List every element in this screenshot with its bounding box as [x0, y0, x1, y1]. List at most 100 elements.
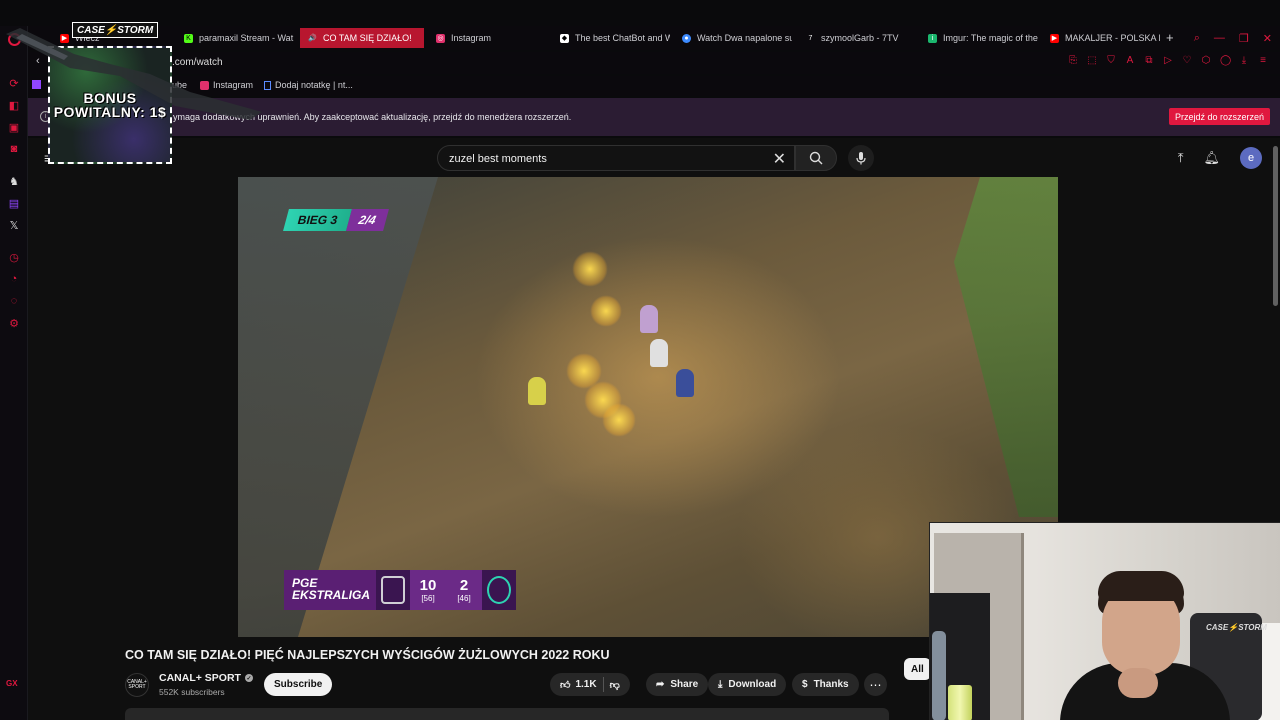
download-arrow-icon: ⤓	[718, 679, 723, 690]
chip-all[interactable]: All	[904, 658, 931, 680]
video-title: CO TAM SIĘ DZIAŁO! PIĘĆ NAJLEPSZYCH WYŚC…	[125, 648, 610, 662]
chair-logo: CASE⚡STORM	[1206, 623, 1267, 632]
tab-4[interactable]: ◎ Instagram	[428, 28, 546, 48]
cam-bottle	[932, 631, 946, 720]
bookmark-youtube[interactable]: ube	[172, 80, 187, 90]
search-button[interactable]	[795, 145, 837, 171]
search-tabs-icon[interactable]: ⌕	[1194, 32, 1200, 45]
note-icon	[264, 80, 271, 90]
light-flare	[572, 251, 608, 287]
streamer-hair-top	[1098, 571, 1184, 601]
team-away-logo-icon	[482, 570, 516, 610]
gx-corner-icon[interactable]: ▣	[7, 120, 21, 134]
tab-3[interactable]: 🔊 CO TAM SIĘ DZIAŁO!	[300, 28, 424, 48]
dislike-button[interactable]: 👎︎	[610, 679, 620, 691]
youtube-icon: ▶	[60, 33, 69, 43]
imgur-icon: i	[928, 33, 937, 43]
channel-name[interactable]: CANAL+ SPORT ✓	[159, 672, 253, 684]
new-tab-icon[interactable]: +	[1166, 30, 1174, 45]
gx-store-icon[interactable]: ◧	[7, 98, 21, 112]
instagram-icon: ◎	[436, 33, 445, 43]
thumbs-down-icon: 👎︎	[609, 679, 620, 691]
rider-blue	[676, 369, 694, 397]
bookmark-icon[interactable]: ⎘	[1068, 55, 1078, 66]
pip-icon[interactable]: ⧉	[1144, 55, 1154, 66]
voice-search-button[interactable]	[848, 145, 874, 171]
x-twitter-icon[interactable]: 𝕏	[7, 218, 21, 232]
history-icon[interactable]: ◷	[7, 250, 21, 264]
more-actions-button[interactable]: ⋯	[864, 673, 887, 696]
divider	[602, 677, 604, 692]
download-icon[interactable]: ⤓	[1239, 55, 1249, 66]
gx-control-icon[interactable]: ⟳	[7, 76, 21, 90]
minimize-icon[interactable]: —	[1214, 32, 1225, 44]
7tv-icon: 7	[808, 34, 813, 42]
kick-sidebar-icon[interactable]: ♞	[7, 174, 21, 188]
clear-search-icon[interactable]: ✕	[773, 149, 786, 169]
back-icon[interactable]: ‹	[36, 55, 40, 67]
share-button[interactable]: ➦ Share	[646, 673, 709, 696]
heart-icon[interactable]: ♡	[1182, 55, 1192, 66]
gx-player-icon[interactable]: ◙	[7, 142, 21, 156]
maximize-icon[interactable]: ❐	[1239, 32, 1249, 45]
toolbar-icons: ⎘ ⬚ ⛉ A ⧉ ▷ ♡ ⬡ ◯ ⤓ ≡	[1068, 55, 1268, 66]
play-icon[interactable]: ▷	[1163, 55, 1173, 66]
upload-icon[interactable]: ⤒	[1178, 150, 1184, 166]
bookmarks-bar: ube Instagram Dodaj notatkę | nt...	[28, 76, 1280, 96]
instagram-icon	[200, 80, 209, 90]
subscriber-count: 552K subscribers	[159, 687, 225, 697]
description-box[interactable]	[125, 708, 889, 720]
search-input[interactable]: zuzel best moments ✕	[437, 145, 795, 171]
url-field[interactable]: .com/watch	[172, 57, 223, 68]
snapshot-icon[interactable]: ⬚	[1087, 55, 1097, 66]
bookmark-instagram[interactable]: Instagram	[200, 80, 253, 90]
close-icon[interactable]: ✕	[1263, 32, 1272, 45]
heat-badge: BIEG 3 2/4	[283, 209, 389, 231]
tab-6[interactable]: ● Watch Dwa napalone su	[674, 28, 792, 48]
kick-icon: K	[184, 33, 193, 43]
tab-8[interactable]: i Imgur: The magic of the	[920, 28, 1038, 48]
rider-purple	[640, 305, 658, 333]
rider-yellow	[528, 377, 546, 405]
messenger-icon[interactable]: ◌	[7, 294, 21, 308]
away-score: 2 [46]	[446, 570, 482, 610]
infield-grass	[954, 177, 1058, 517]
subscribe-button[interactable]: Subscribe	[264, 673, 333, 696]
like-button[interactable]: 👍︎ 1.1K	[560, 679, 597, 691]
opera-gx-logo-icon[interactable]	[0, 26, 28, 52]
account-avatar[interactable]: e	[1240, 147, 1262, 169]
clock-icon[interactable]: ◔	[7, 272, 21, 286]
watch-icon: ●	[682, 33, 691, 43]
twitch-icon[interactable]: ▤	[7, 196, 21, 210]
go-to-extensions-button[interactable]: Przejdź do rozszerzeń	[1168, 108, 1270, 125]
home-score: 10 [56]	[410, 570, 446, 610]
settings-gear-icon[interactable]: ⚙	[7, 316, 21, 330]
shield-icon[interactable]: ⛉	[1106, 55, 1116, 66]
tab-5[interactable]: ◆ The best ChatBot and W	[552, 28, 670, 48]
tab-bar: ▶ Wiecz K paramaxil Stream - Wat 🔊 CO TA…	[0, 26, 1280, 50]
tab-7[interactable]: 7 szymoolGarb - 7TV	[798, 28, 916, 48]
light-flare	[590, 295, 622, 327]
tab-9[interactable]: ▶ MAKALJER - POLSKA D	[1042, 28, 1160, 48]
bonus-overlay: BONUS POWITALNY: 1$	[48, 46, 172, 164]
team-motor-logo-icon	[376, 570, 410, 610]
streamer-hand	[1118, 668, 1158, 698]
channel-avatar[interactable]: CANAL+ SPORT	[125, 673, 149, 697]
bookmark-twitch[interactable]	[32, 80, 41, 89]
page-scrollbar[interactable]	[1273, 146, 1278, 306]
address-bar: ‹ .com/watch ⎘ ⬚ ⛉ A ⧉ ▷ ♡ ⬡ ◯ ⤓ ≡	[28, 52, 1280, 74]
notifications-bell-icon[interactable]: 🔔︎	[1203, 150, 1220, 166]
thanks-button[interactable]: $ Thanks	[792, 673, 859, 696]
download-button[interactable]: ⤓ Download	[708, 673, 787, 696]
profile-icon[interactable]: ◯	[1220, 55, 1231, 66]
translate-icon[interactable]: A	[1125, 55, 1135, 66]
super-thanks-icon: $	[802, 679, 808, 690]
extensions-icon[interactable]: ⬡	[1201, 55, 1211, 66]
energy-drink-can	[948, 685, 972, 720]
menu-icon[interactable]: ≡	[1258, 55, 1268, 66]
youtube-icon: ▶	[1050, 33, 1059, 43]
bookmark-note[interactable]: Dodaj notatkę | nt...	[264, 80, 353, 90]
like-dislike-group: 👍︎ 1.1K 👎︎	[550, 673, 630, 696]
microphone-icon	[856, 152, 866, 165]
tab-2[interactable]: K paramaxil Stream - Wat	[176, 28, 294, 48]
